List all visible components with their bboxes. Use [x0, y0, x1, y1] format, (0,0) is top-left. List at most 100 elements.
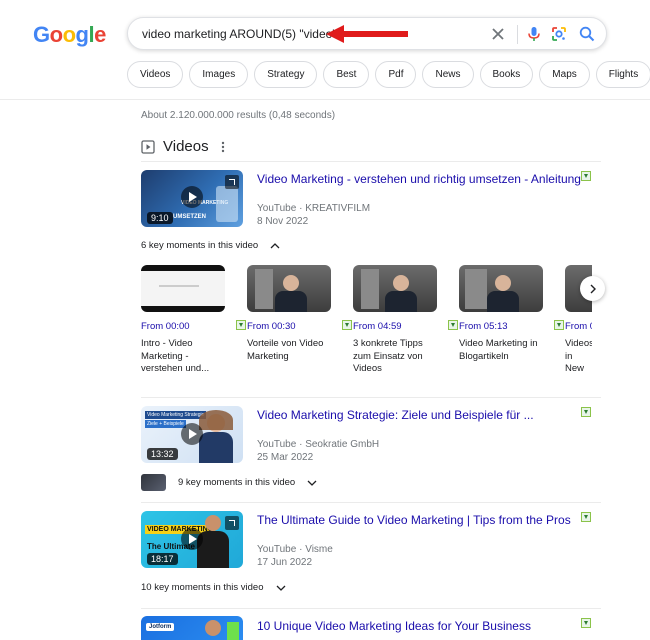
filter-chips: Videos Images Strategy Best Pdf News Boo… [127, 61, 650, 88]
google-lens-icon[interactable] [550, 25, 568, 43]
key-moments-toggle[interactable]: 9 key moments in this video [141, 474, 317, 491]
search-icon[interactable] [578, 25, 596, 43]
chevron-up-icon [270, 242, 280, 248]
separator [141, 397, 601, 398]
logo-letter: e [94, 22, 106, 47]
microphone-icon[interactable] [525, 25, 543, 43]
video-title-link[interactable]: 10 Unique Video Marketing Ideas for Your… [257, 619, 531, 633]
videos-section-title: Videos [163, 138, 209, 155]
video-title-link[interactable]: Video Marketing Strategie: Ziele und Bei… [257, 408, 534, 422]
play-button[interactable] [181, 186, 203, 208]
video-channel: KREATIVFILM [305, 203, 371, 214]
logo-letter: G [33, 22, 50, 47]
key-moment-thumbnail [459, 265, 543, 312]
download-icon[interactable] [554, 320, 564, 330]
key-moments-label: 10 key moments in this video [141, 582, 264, 593]
video-date: 17 Jun 2022 [257, 557, 313, 568]
logo-letter: o [62, 22, 76, 47]
thumbnail-text: Jotform [146, 623, 175, 631]
key-moments-toggle[interactable]: 6 key moments in this video [141, 240, 280, 251]
search-divider [517, 25, 518, 44]
video-date: 25 Mar 2022 [257, 452, 314, 463]
key-moment-timestamp[interactable]: From 00:30 [247, 321, 296, 332]
chevron-down-icon [276, 585, 285, 591]
meta-separator: · [299, 203, 303, 214]
key-moment-thumbnail [141, 265, 225, 312]
expand-icon[interactable] [225, 175, 239, 189]
chip-books[interactable]: Books [479, 61, 534, 88]
key-moment-timestamp[interactable]: From 04:59 [353, 321, 402, 332]
video-duration: 9:10 [147, 212, 173, 224]
key-moment-thumbnail [247, 265, 331, 312]
video-thumbnail[interactable]: Jotform [141, 616, 243, 640]
expand-icon[interactable] [225, 516, 239, 530]
key-moments-label: 9 key moments in this video [178, 477, 296, 488]
video-thumbnail[interactable]: VIDEO MARKETING The Ultimate 18:17 [141, 511, 243, 568]
meta-separator: · [299, 544, 303, 555]
chip-strategy[interactable]: Strategy [254, 61, 318, 88]
download-icon[interactable] [581, 171, 591, 181]
play-button[interactable] [181, 423, 203, 445]
video-thumbnail[interactable]: Video Marketing Strategie Ziele + Beispi… [141, 406, 243, 463]
key-moment-card[interactable] [141, 265, 225, 312]
key-moment-card[interactable] [459, 265, 543, 312]
separator [141, 502, 601, 503]
chip-pdf[interactable]: Pdf [375, 61, 417, 88]
search-input[interactable]: video marketing AROUND(5) "video" [142, 27, 337, 41]
thumbnail-text: Video Marketing Strategie [145, 411, 207, 419]
video-duration: 13:32 [147, 448, 178, 460]
video-channel: Seokratie GmbH [305, 439, 380, 450]
video-source: YouTube [257, 544, 297, 555]
key-moment-label: Intro - Video Marketing - verstehen und.… [141, 338, 210, 374]
download-icon[interactable] [581, 618, 591, 628]
videos-section-header: Videos [141, 138, 225, 155]
key-moment-timestamp[interactable]: From 05:13 [459, 321, 508, 332]
video-source: YouTube [257, 439, 297, 450]
video-thumbnail[interactable]: VIDEO MARKETING UMSETZEN 9:10 [141, 170, 243, 227]
play-button[interactable] [181, 528, 203, 550]
video-source: YouTube [257, 203, 297, 214]
carousel-next-button[interactable] [580, 276, 605, 301]
chip-images[interactable]: Images [189, 61, 249, 88]
key-moment-label: Video Marketing in Blogartikeln [459, 338, 538, 362]
chevron-down-icon [307, 480, 317, 486]
key-moment-thumbnail [353, 265, 437, 312]
google-logo[interactable]: Google [33, 22, 106, 48]
result-stats: About 2.120.000.000 results (0,48 second… [141, 110, 336, 121]
more-options-icon[interactable] [221, 141, 225, 153]
download-icon[interactable] [448, 320, 458, 330]
chip-maps[interactable]: Maps [539, 61, 590, 88]
chip-best[interactable]: Best [323, 61, 370, 88]
video-title-link[interactable]: The Ultimate Guide to Video Marketing | … [257, 513, 571, 527]
key-moments-toggle[interactable]: 10 key moments in this video [141, 582, 286, 593]
download-icon[interactable] [581, 407, 591, 417]
chip-news[interactable]: News [422, 61, 474, 88]
download-icon[interactable] [236, 320, 246, 330]
key-moment-timestamp[interactable]: From 00:00 [141, 321, 190, 332]
clear-icon[interactable] [490, 26, 506, 42]
separator [141, 608, 601, 609]
key-moment-label: Vorteile von Video Marketing [247, 338, 324, 362]
chevron-right-icon [590, 284, 596, 293]
chip-flights[interactable]: Flights [595, 61, 650, 88]
key-moment-timestamp[interactable]: From 0 [565, 321, 592, 332]
key-moment-label: 3 konkrete Tipps zum Einsatz von Videos [353, 338, 423, 374]
key-moment-card[interactable] [353, 265, 437, 312]
key-moment-label: Videos in New [565, 338, 592, 374]
header-divider [0, 99, 650, 100]
key-moment-card[interactable] [247, 265, 331, 312]
download-icon[interactable] [342, 320, 352, 330]
logo-letter: o [49, 22, 63, 47]
video-date: 8 Nov 2022 [257, 216, 309, 227]
video-title-link[interactable]: Video Marketing - verstehen und richtig … [257, 172, 581, 186]
logo-letter: g [75, 22, 89, 47]
video-meta: YouTube · KREATIVFILM [257, 203, 370, 214]
thumbnail-text: Ziele + Beispiele [145, 420, 186, 428]
chip-videos[interactable]: Videos [127, 61, 184, 88]
download-icon[interactable] [581, 512, 591, 522]
video-meta: YouTube · Seokratie GmbH [257, 439, 379, 450]
video-meta: YouTube · Visme [257, 544, 333, 555]
search-box[interactable]: video marketing AROUND(5) "video" [127, 17, 607, 50]
key-moments-thumbnail [141, 474, 166, 491]
video-duration: 18:17 [147, 553, 178, 565]
